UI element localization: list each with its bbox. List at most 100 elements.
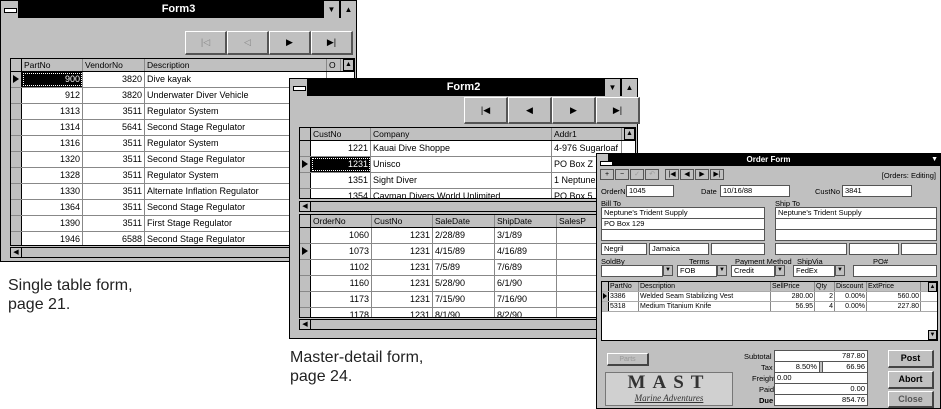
col-header-description[interactable]: Description (145, 59, 327, 71)
nav-prior-button[interactable]: ◀ (508, 97, 552, 124)
table-cell[interactable]: 1102 (311, 260, 372, 275)
date-field[interactable]: 10/16/88 (720, 185, 790, 197)
post-button[interactable]: Post (888, 350, 934, 368)
table-cell[interactable]: 900 (22, 72, 83, 87)
nav-prior-button[interactable]: ◁ (227, 31, 269, 55)
system-menu-icon[interactable] (597, 154, 613, 166)
scroll-up-icon[interactable]: ▲ (343, 59, 354, 71)
table-cell[interactable]: 3/1/89 (495, 228, 557, 243)
table-cell[interactable]: 8/2/90 (495, 308, 557, 317)
row-indicator[interactable] (11, 72, 22, 87)
table-row[interactable]: 1060 1231 2/28/89 3/1/89 (300, 228, 635, 244)
payment-dropdown-icon[interactable]: ▼ (775, 265, 785, 276)
col-header-sellprice[interactable]: SellPrice (771, 282, 815, 291)
table-row[interactable]: 1351 Sight Diver 1 Neptune (300, 173, 635, 189)
row-indicator[interactable] (300, 244, 311, 259)
table-cell[interactable]: 3511 (83, 184, 145, 199)
nav-first-button[interactable]: |◀ (464, 97, 508, 124)
row-indicator[interactable] (300, 228, 311, 243)
col-header-discount[interactable]: Discount (835, 282, 867, 291)
table-cell[interactable]: 1316 (22, 136, 83, 151)
row-indicator[interactable] (11, 120, 22, 135)
table-cell[interactable]: 5641 (83, 120, 145, 135)
table-cell[interactable]: Unisco (371, 157, 552, 172)
table-cell[interactable]: 56.95 (771, 302, 815, 311)
insert-icon[interactable]: + (600, 169, 614, 180)
col-header-extprice[interactable]: ExtPrice (867, 282, 921, 291)
table-cell[interactable]: 5318 (609, 302, 639, 311)
master-horizontal-scrollbar[interactable]: ◀ (299, 201, 636, 212)
parts-button[interactable]: Parts (607, 353, 649, 366)
col-header-orderno[interactable]: OrderNo (311, 215, 372, 227)
row-indicator[interactable] (602, 292, 609, 301)
table-cell[interactable]: 3386 (609, 292, 639, 301)
col-header-saledate[interactable]: SaleDate (433, 215, 495, 227)
table-row[interactable]: 3386 Welded Seam Stabilizing Vest 280.00 2 0… (602, 292, 937, 302)
table-row[interactable]: 1354 Cayman Divers World Unlimited PO Box … (300, 189, 635, 198)
row-indicator[interactable] (300, 173, 311, 188)
row-indicator[interactable] (300, 276, 311, 291)
table-cell[interactable]: 3511 (83, 152, 145, 167)
bill-to-line3-field[interactable] (601, 229, 765, 241)
row-indicator[interactable] (300, 292, 311, 307)
table-cell[interactable]: 1231 (372, 276, 433, 291)
first-icon[interactable]: |◀ (665, 169, 679, 180)
table-row[interactable]: 5318 Medium Titanium Knife 56.95 4 0.00% 227.… (602, 302, 937, 312)
table-cell[interactable]: Cayman Divers World Unlimited (371, 189, 552, 198)
table-cell[interactable]: 0.00% (835, 292, 867, 301)
col-header-o[interactable]: O (327, 59, 341, 71)
table-cell[interactable]: 1390 (22, 216, 83, 231)
master-grid[interactable]: CustNo Company Addr1 1221 Kauai Dive Shop… (299, 127, 636, 199)
table-cell[interactable]: 5/28/90 (433, 276, 495, 291)
table-row[interactable]: 1073 1231 4/15/89 4/16/89 (300, 244, 635, 260)
delete-icon[interactable]: − (615, 169, 629, 180)
table-cell[interactable]: 912 (22, 88, 83, 103)
table-cell[interactable]: 1073 (311, 244, 372, 259)
table-cell[interactable]: 1231 (311, 157, 371, 172)
table-cell[interactable]: 1364 (22, 200, 83, 215)
table-cell[interactable]: 6/1/90 (495, 276, 557, 291)
table-cell[interactable]: 3511 (83, 200, 145, 215)
last-icon[interactable]: ▶| (710, 169, 724, 180)
table-cell[interactable]: 1314 (22, 120, 83, 135)
system-menu-icon[interactable] (1, 1, 19, 18)
row-indicator[interactable] (11, 104, 22, 119)
row-indicator[interactable] (300, 157, 311, 172)
row-indicator[interactable] (300, 141, 311, 156)
terms-field[interactable]: FOB (677, 265, 717, 277)
table-row[interactable]: 1173 1231 7/15/90 7/16/90 (300, 292, 635, 308)
table-cell[interactable]: 2/28/89 (433, 228, 495, 243)
table-cell[interactable]: 3511 (83, 104, 145, 119)
col-header-partno[interactable]: PartNo (22, 59, 83, 71)
table-cell[interactable]: Kauai Dive Shoppe (371, 141, 552, 156)
col-header-partno[interactable]: PartNo (609, 282, 639, 291)
table-cell[interactable]: 1320 (22, 152, 83, 167)
table-cell[interactable]: 280.00 (771, 292, 815, 301)
table-cell[interactable]: 1354 (311, 189, 371, 198)
col-header-description[interactable]: Description (639, 282, 771, 291)
scroll-left-icon[interactable]: ◀ (300, 202, 311, 211)
ship-zip-field[interactable] (901, 243, 937, 255)
table-cell[interactable]: 1231 (372, 308, 433, 317)
nav-next-button[interactable]: ▶ (269, 31, 311, 55)
soldby-field[interactable] (601, 265, 663, 277)
po-field[interactable] (853, 265, 937, 277)
table-cell[interactable]: 1231 (372, 292, 433, 307)
table-cell[interactable]: 560.00 (867, 292, 921, 301)
col-header-custno[interactable]: CustNo (311, 128, 371, 140)
table-cell[interactable]: 7/16/90 (495, 292, 557, 307)
soldby-dropdown-icon[interactable]: ▼ (663, 265, 673, 276)
minimize-button[interactable]: ▼ (931, 154, 938, 166)
table-cell[interactable]: Welded Seam Stabilizing Vest (639, 292, 771, 301)
table-cell[interactable]: 1160 (311, 276, 372, 291)
ship-to-line3-field[interactable] (775, 229, 937, 241)
scroll-up-icon[interactable]: ▲ (928, 282, 937, 292)
detail-grid[interactable]: OrderNo CustNo SaleDate ShipDate SalesP … (299, 214, 636, 318)
table-cell[interactable]: 1351 (311, 173, 371, 188)
shipvia-dropdown-icon[interactable]: ▼ (835, 265, 845, 276)
table-cell[interactable]: 1173 (311, 292, 372, 307)
nav-next-button[interactable]: ▶ (552, 97, 596, 124)
row-indicator[interactable] (11, 136, 22, 151)
table-cell[interactable]: 227.80 (867, 302, 921, 311)
row-indicator[interactable] (602, 302, 609, 311)
